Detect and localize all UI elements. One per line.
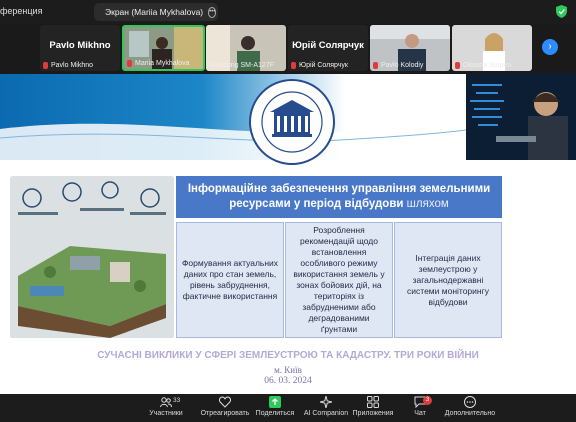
university-seal-logo [249, 79, 335, 165]
slide-info-cells: Формування актуальних даних про стан зем… [176, 222, 502, 338]
info-cell-text: Формування актуальних даних про стан зем… [181, 258, 279, 301]
muted-mic-icon [127, 60, 132, 67]
muted-mic-icon [43, 62, 48, 69]
info-cell: Розроблення рекомендацій щодо встановлен… [285, 222, 393, 338]
screen-share-indicator[interactable]: Экран (Mariia Mykhalova) ••• [94, 3, 218, 21]
participant-caption-text: Samsung SM-A127F [209, 62, 274, 69]
screen-share-label: Экран (Mariia Mykhalova) [105, 7, 204, 17]
muted-mic-icon [455, 62, 460, 69]
more-label: Дополнительно [444, 410, 496, 417]
participant-tile[interactable]: Pavlo Mikhno Pavlo Mikhno [40, 25, 120, 71]
info-cell-text: Розроблення рекомендацій щодо встановлен… [293, 225, 385, 334]
participant-caption: Oksana Stupen [455, 62, 511, 69]
more-options-icon[interactable]: ••• [208, 6, 217, 18]
participant-caption-text: Pavlo Kolodiy [381, 62, 424, 69]
participant-caption-text: Oksana Stupen [463, 62, 512, 69]
participant-caption: Samsung SM-A127F [209, 62, 274, 69]
info-cell-text: Інтеграція даних землеустрою у загальнод… [407, 252, 489, 307]
muted-mic-icon [291, 62, 296, 69]
participants-count: 33 [173, 397, 181, 404]
participant-tile-active[interactable]: Mariia Mykhalova [122, 25, 205, 71]
land-management-infographic [10, 176, 174, 338]
muted-mic-icon [373, 62, 378, 69]
participant-tile[interactable]: Юрій Солярчук Юрій Солярчук [288, 25, 368, 71]
info-cell: Інтеграція даних землеустрою у загальнод… [394, 222, 502, 338]
participants-icon [160, 397, 172, 408]
participant-caption: Mariia Mykhalova [127, 60, 189, 67]
participant-tile[interactable]: Samsung SM-A127F [206, 25, 286, 71]
chevron-right-icon[interactable]: › [542, 39, 558, 55]
participant-tile[interactable]: Oksana Stupen [452, 25, 532, 71]
participant-caption-text: Mariia Mykhalova [135, 60, 190, 67]
participant-caption: Pavlo Kolodiy [373, 62, 423, 69]
share-screen-icon [269, 396, 281, 408]
apps-grid-icon [367, 396, 379, 408]
slide-title-box: Інформаційне забезпечення управління зем… [176, 176, 502, 218]
participant-caption-text: Юрій Солярчук [299, 62, 348, 69]
participant-caption: Юрій Солярчук [291, 62, 348, 69]
ai-sparkle-icon [320, 396, 332, 408]
participant-tile[interactable]: Pavlo Kolodiy [370, 25, 450, 71]
meeting-toolbar: 33 Участники Отреагировать Поделиться AI… [0, 394, 576, 422]
app-title: ференция [0, 6, 43, 16]
conference-date: 06. 03. 2024 [264, 376, 312, 386]
participants-label: Участники [149, 410, 183, 417]
coder-photo [466, 74, 576, 160]
slide-title: Інформаційне забезпечення управління зем… [176, 182, 502, 212]
heart-icon [219, 396, 231, 408]
info-cell: Формування актуальних даних про стан зем… [176, 222, 284, 338]
participant-name-large: Pavlo Mikhno [49, 40, 111, 51]
chat-unread-badge: 3 [423, 396, 432, 405]
more-button[interactable]: Дополнительно [440, 396, 500, 417]
shared-slide: Інформаційне забезпечення управління зем… [0, 74, 576, 394]
video-gallery: Pavlo Mikhno Pavlo Mikhno Mariia Mykhalo… [0, 24, 576, 74]
participant-caption-text: Pavlo Mikhno [51, 62, 94, 69]
participants-button[interactable]: 33 Участники [136, 396, 196, 417]
conference-city: м. Київ [274, 365, 302, 375]
security-shield-icon[interactable] [556, 5, 567, 18]
participant-caption: Pavlo Mikhno [43, 62, 93, 69]
more-dots-icon [464, 396, 476, 408]
conference-title: СУЧАСНІ ВИКЛИКИ У СФЕРІ ЗЕМЛЕУСТРОЮ ТА К… [97, 350, 479, 361]
slide-title-tail: шляхом [406, 198, 449, 210]
window-topbar: ференция Экран (Mariia Mykhalova) ••• [0, 0, 576, 24]
participant-name-large: Юрій Солярчук [292, 40, 364, 51]
